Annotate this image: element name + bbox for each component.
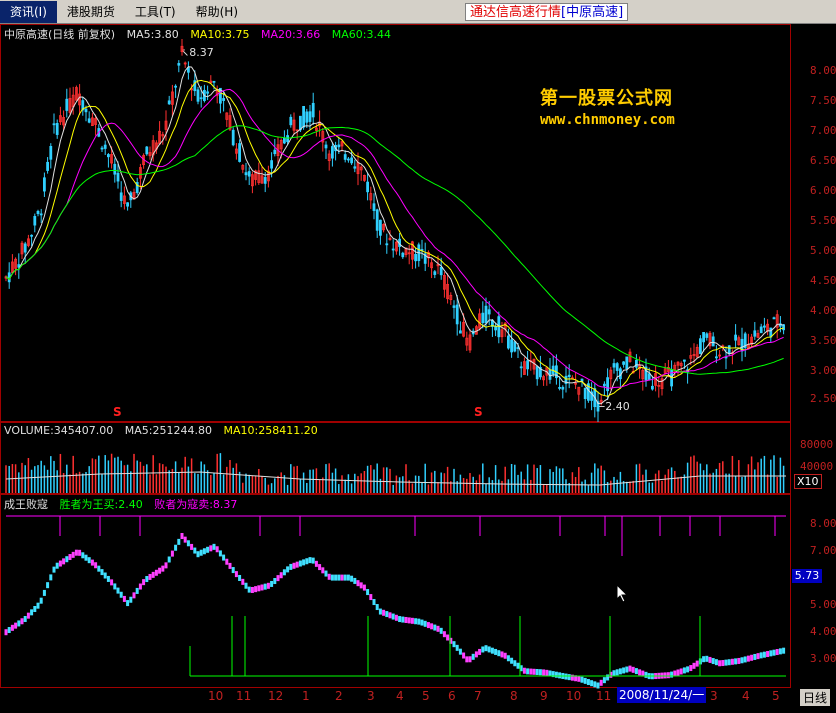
y-tick: 2.50	[810, 392, 836, 405]
ma5-label: MA5:3.80	[126, 28, 179, 41]
app-title: 通达信高速行情[中原高速]	[465, 3, 629, 21]
date-tick: 10	[208, 689, 224, 703]
ind-y-tick: 7.00	[810, 544, 836, 557]
y-tick: 6.50	[810, 154, 836, 167]
ind-y-tick: 4.00	[810, 625, 836, 638]
menu-bar: 资讯(I) 港股期货 工具(T) 帮助(H) 通达信高速行情[中原高速]	[0, 0, 836, 24]
app-title-main: 通达信高速行情	[470, 5, 562, 20]
indicator-name-label: 成王败寇	[4, 498, 48, 511]
buy-signal-label: 胜者为王买:2.40	[59, 498, 143, 511]
y-tick: 7.00	[810, 124, 836, 137]
y-tick: 7.50	[810, 94, 836, 107]
app-title-stock: [中原高速]	[561, 5, 624, 20]
ma20-label: MA20:3.66	[261, 28, 321, 41]
s-signal-marker: S	[113, 405, 122, 419]
y-tick: 5.00	[810, 244, 836, 257]
date-tick: 8	[510, 689, 518, 703]
y-tick: 6.00	[810, 184, 836, 197]
ind-y-tick: 8.00	[810, 517, 836, 530]
date-tick: 12	[268, 689, 284, 703]
vol-y-tick: 80000	[800, 438, 834, 451]
volume-label: VOLUME:345407.00	[4, 424, 114, 437]
indicator-info-line: 成王败寇 胜者为王买:2.40 败者为寇卖:8.37	[4, 496, 245, 512]
period-selector[interactable]: 日线	[800, 689, 831, 706]
low-price-value: 2.40	[605, 400, 630, 413]
stock-name-label: 中原高速(日线 前复权)	[4, 28, 116, 41]
sell-signal-label: 败者为寇卖:8.37	[154, 498, 238, 511]
chart-area[interactable]: 中原高速(日线 前复权) MA5:3.80 MA10:3.75 MA20:3.6…	[0, 24, 836, 713]
y-tick: 3.00	[810, 364, 836, 377]
watermark-url: www.chnmoney.com	[540, 112, 675, 128]
menu-info[interactable]: 资讯(I)	[0, 0, 57, 23]
date-tick: 11	[596, 689, 612, 703]
date-tick: 5	[772, 689, 780, 703]
watermark-site-name: 第一股票公式网	[540, 88, 673, 109]
date-tick: 3	[367, 689, 375, 703]
high-price-marker: ↖8.37	[180, 46, 214, 59]
date-tick: 6	[448, 689, 456, 703]
high-price-value: 8.37	[189, 46, 214, 59]
y-tick: 8.00	[810, 64, 836, 77]
date-tick: 5	[422, 689, 430, 703]
y-tick: 4.00	[810, 304, 836, 317]
volume-scale-badge: X10	[794, 474, 822, 489]
ind-y-tick: 3.00	[810, 652, 836, 665]
price-info-line: 中原高速(日线 前复权) MA5:3.80 MA10:3.75 MA20:3.6…	[4, 26, 399, 42]
menu-tools[interactable]: 工具(T)	[125, 1, 186, 23]
date-tick: 7	[474, 689, 482, 703]
ma60-label: MA60:3.44	[331, 28, 391, 41]
ma10-label: MA10:3.75	[190, 28, 250, 41]
indicator-panel[interactable]	[0, 494, 791, 688]
vol-ma5-label: MA5:251244.80	[124, 424, 212, 437]
date-tick: 9	[540, 689, 548, 703]
y-tick: 4.50	[810, 274, 836, 287]
date-tick: 2	[335, 689, 343, 703]
date-tick: 1	[302, 689, 310, 703]
date-tick: 11	[236, 689, 252, 703]
vol-y-tick: 40000	[800, 460, 834, 473]
menu-help[interactable]: 帮助(H)	[186, 1, 248, 23]
s-signal-marker: S	[474, 405, 483, 419]
date-tick: 3	[710, 689, 718, 703]
cursor-date-box: 2008/11/24/一	[617, 687, 707, 703]
menu-hk-futures[interactable]: 港股期货	[57, 1, 125, 23]
date-tick: 4	[742, 689, 750, 703]
date-tick: 10	[566, 689, 582, 703]
volume-info-line: VOLUME:345407.00 MA5:251244.80 MA10:2584…	[4, 424, 326, 437]
y-tick: 3.50	[810, 334, 836, 347]
current-value-badge: 5.73	[792, 569, 822, 583]
ind-y-tick: 5.00	[810, 598, 836, 611]
date-tick: 4	[396, 689, 404, 703]
mouse-cursor-icon	[616, 584, 629, 603]
y-tick: 5.50	[810, 214, 836, 227]
low-price-marker: ←2.40	[596, 400, 630, 413]
vol-ma10-label: MA10:258411.20	[223, 424, 318, 437]
